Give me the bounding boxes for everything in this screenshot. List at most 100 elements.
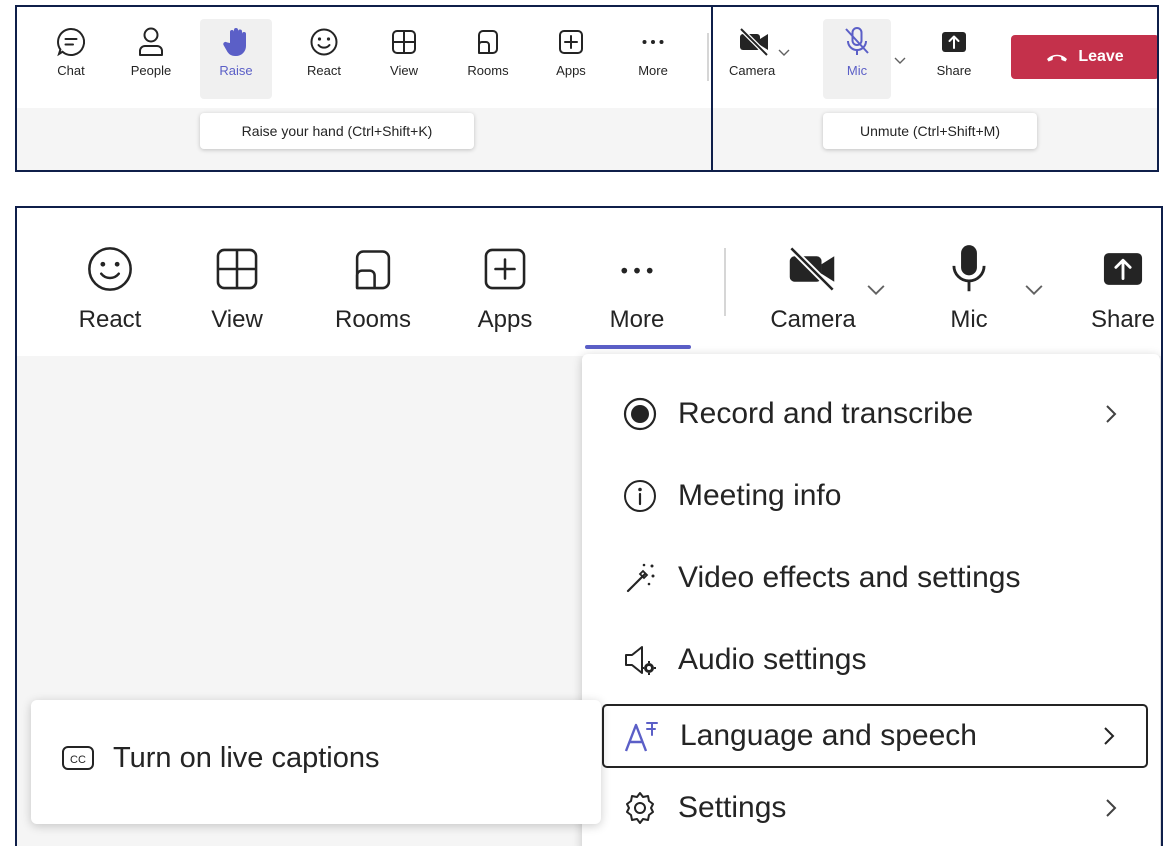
more-options-menu: Record and transcribe Meeting info Video… bbox=[582, 354, 1160, 846]
mic-options-chevron-icon[interactable] bbox=[1023, 278, 1045, 300]
add-app-icon bbox=[559, 30, 583, 54]
camera-off-icon bbox=[789, 246, 835, 292]
camera-options-chevron-icon[interactable] bbox=[777, 45, 791, 59]
rooms-label: Rooms bbox=[467, 63, 509, 78]
menu-item-video-effects[interactable]: Video effects and settings bbox=[602, 546, 1148, 610]
more-active-indicator bbox=[585, 345, 691, 349]
apps-label: Apps bbox=[556, 63, 586, 78]
mic-label: Mic bbox=[846, 63, 868, 78]
mic-options-chevron-icon[interactable] bbox=[893, 53, 907, 67]
zoomed-react-label: React bbox=[78, 306, 142, 333]
grid-icon bbox=[216, 248, 258, 290]
smiley-icon bbox=[88, 247, 132, 291]
react-button[interactable]: React bbox=[300, 25, 348, 78]
meeting-toolbar: Chat People Raise React View Rooms Apps … bbox=[17, 7, 713, 108]
audio-settings-label: Audio settings bbox=[678, 643, 867, 676]
zoomed-mic-button[interactable]: Mic bbox=[929, 242, 1009, 334]
top-left-panel: Chat People Raise React View Rooms Apps … bbox=[15, 5, 715, 172]
zoomed-toolbar: React View Rooms Apps More Camera Mic Sh… bbox=[17, 208, 1161, 356]
language-and-speech-label: Language and speech bbox=[680, 719, 977, 752]
more-icon bbox=[621, 267, 653, 274]
svg-text:CC: CC bbox=[70, 754, 86, 766]
raised-hand-icon bbox=[223, 28, 246, 57]
magic-wand-icon bbox=[620, 558, 660, 598]
camera-off-icon bbox=[739, 27, 769, 57]
more-icon bbox=[642, 40, 664, 44]
menu-item-settings[interactable]: Settings bbox=[602, 776, 1148, 840]
info-icon bbox=[620, 476, 660, 516]
camera-label: Camera bbox=[729, 63, 776, 78]
people-label: People bbox=[130, 63, 172, 78]
language-submenu: CC Turn on live captions bbox=[31, 700, 601, 824]
zoomed-apps-button[interactable]: Apps bbox=[465, 242, 545, 334]
gear-icon bbox=[620, 788, 660, 828]
zoomed-apps-label: Apps bbox=[477, 306, 533, 333]
chat-button[interactable]: Chat bbox=[47, 25, 95, 78]
view-label: View bbox=[390, 63, 418, 78]
turn-on-live-captions-item[interactable]: CC Turn on live captions bbox=[61, 732, 380, 784]
rooms-button[interactable]: Rooms bbox=[460, 25, 516, 78]
settings-label: Settings bbox=[678, 791, 787, 824]
cc-icon: CC bbox=[62, 746, 94, 770]
menu-item-meeting-info[interactable]: Meeting info bbox=[602, 464, 1148, 528]
menu-item-audio-settings[interactable]: Audio settings bbox=[602, 628, 1148, 692]
zoomed-rooms-button[interactable]: Rooms bbox=[323, 242, 423, 334]
camera-options-chevron-icon[interactable] bbox=[865, 278, 887, 300]
zoomed-share-button[interactable]: Share bbox=[1083, 242, 1161, 334]
mic-button[interactable]: Mic bbox=[823, 19, 891, 99]
zoomed-react-button[interactable]: React bbox=[65, 242, 155, 334]
share-screen-icon bbox=[942, 32, 966, 52]
leave-label: Leave bbox=[1078, 48, 1124, 65]
zoomed-rooms-label: Rooms bbox=[334, 306, 412, 333]
raise-hand-tooltip: Raise your hand (Ctrl+Shift+K) bbox=[200, 113, 474, 149]
meeting-info-label: Meeting info bbox=[678, 479, 842, 512]
video-effects-label: Video effects and settings bbox=[678, 561, 1021, 594]
more-button[interactable]: More bbox=[629, 25, 677, 78]
zoomed-view-label: View bbox=[211, 306, 263, 333]
chevron-right-icon bbox=[1104, 727, 1115, 745]
grid-icon bbox=[392, 30, 416, 54]
add-app-icon bbox=[484, 248, 526, 290]
view-button[interactable]: View bbox=[380, 25, 428, 78]
raise-hand-button[interactable]: Raise bbox=[200, 19, 272, 99]
zoomed-camera-button[interactable]: Camera bbox=[763, 242, 863, 334]
chat-label: Chat bbox=[57, 63, 85, 78]
turn-on-live-captions-label: Turn on live captions bbox=[113, 741, 380, 774]
record-icon bbox=[620, 394, 660, 434]
chevron-right-icon bbox=[1106, 405, 1117, 423]
leave-button[interactable]: Leave bbox=[1011, 35, 1157, 79]
raise-label: Raise bbox=[219, 63, 253, 78]
share-label: Share bbox=[936, 63, 972, 78]
chevron-right-icon bbox=[1106, 799, 1117, 817]
hang-up-icon bbox=[1047, 54, 1068, 62]
rooms-icon bbox=[355, 250, 391, 290]
toolbar-divider bbox=[707, 33, 709, 81]
person-icon bbox=[139, 27, 163, 56]
menu-item-language-and-speech[interactable]: Language and speech bbox=[602, 704, 1148, 768]
more-label: More bbox=[638, 63, 668, 78]
zoomed-mic-label: Mic bbox=[950, 306, 988, 333]
language-icon bbox=[622, 716, 662, 756]
zoomed-more-label: More bbox=[609, 306, 665, 333]
zoomed-camera-label: Camera bbox=[770, 306, 856, 333]
mic-off-icon bbox=[845, 27, 869, 55]
rooms-icon bbox=[478, 30, 498, 54]
menu-item-record-and-transcribe[interactable]: Record and transcribe bbox=[602, 382, 1148, 446]
zoomed-view-button[interactable]: View bbox=[197, 242, 277, 334]
zoomed-more-button[interactable]: More bbox=[589, 242, 685, 352]
apps-button[interactable]: Apps bbox=[547, 25, 595, 78]
share-screen-icon bbox=[1103, 253, 1143, 285]
zoomed-share-label: Share bbox=[1090, 306, 1156, 333]
people-button[interactable]: People bbox=[123, 25, 179, 78]
call-controls-bar: Camera Mic Share Leave bbox=[713, 7, 1157, 108]
unmute-tooltip: Unmute (Ctrl+Shift+M) bbox=[823, 113, 1037, 149]
smiley-icon bbox=[310, 28, 338, 56]
top-right-panel: Camera Mic Share Leave Unmute (Ctrl+Shif… bbox=[711, 5, 1159, 172]
speaker-settings-icon bbox=[620, 640, 660, 680]
chat-icon bbox=[57, 27, 86, 57]
camera-button[interactable]: Camera bbox=[729, 25, 799, 78]
react-label: React bbox=[307, 63, 341, 78]
zoomed-panel: React View Rooms Apps More Camera Mic Sh… bbox=[15, 206, 1163, 846]
mic-icon bbox=[952, 245, 986, 292]
share-button[interactable]: Share bbox=[929, 25, 979, 78]
